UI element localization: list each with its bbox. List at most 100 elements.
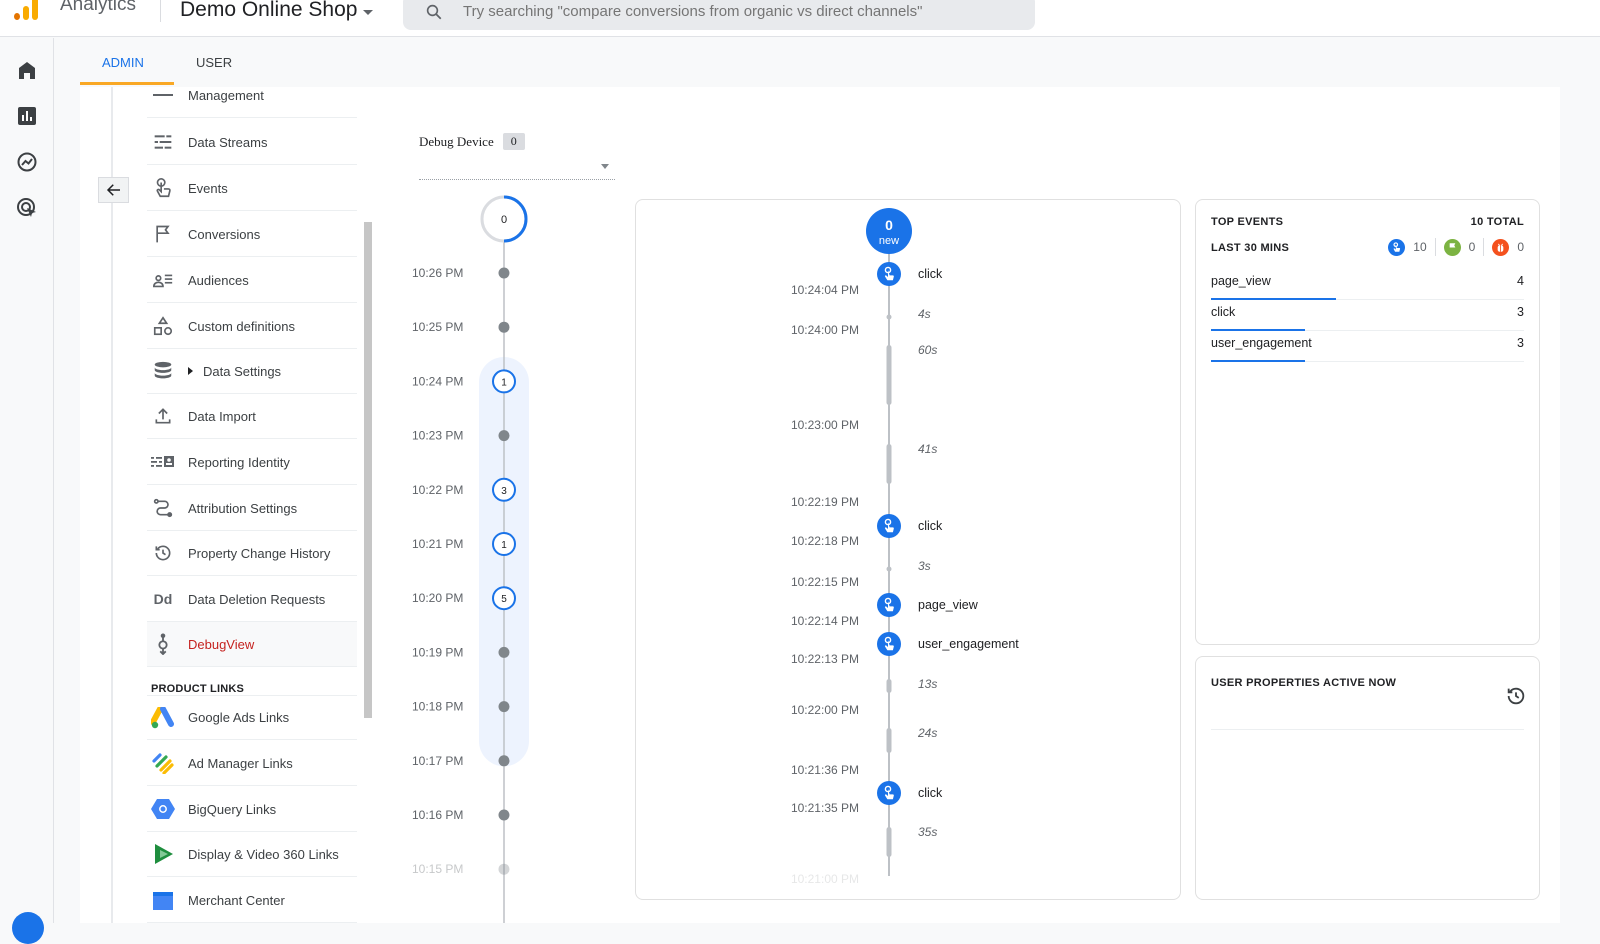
debug-device-count: 0 [502, 133, 525, 150]
search-input[interactable] [463, 2, 1023, 20]
timestamp-label: 10:24:00 PM [791, 323, 859, 337]
menu-item-reporting-identity[interactable]: Reporting Identity [147, 440, 357, 485]
admin-settings-button[interactable] [12, 912, 44, 944]
minute-dot[interactable] [498, 755, 510, 767]
minute-dot[interactable] [498, 809, 510, 821]
menu-item-events[interactable]: Events [147, 166, 357, 211]
minute-dot[interactable] [498, 701, 510, 713]
minute-count[interactable]: 1 [501, 377, 507, 388]
timestamp-label: 10:22:18 PM [791, 534, 859, 548]
minute-dot[interactable] [498, 267, 510, 279]
minute-count[interactable]: 3 [501, 486, 507, 497]
upload-icon [151, 404, 175, 428]
attribution-icon [151, 496, 175, 520]
property-name: Demo Online Shop [180, 0, 358, 21]
menu-item-bigquery-links[interactable]: BigQuery Links [147, 787, 357, 832]
minute-label: 10:26 PM [412, 266, 463, 280]
gap-marker [886, 827, 892, 857]
gap-duration: 41s [918, 442, 937, 456]
left-nav [0, 38, 54, 923]
stream-event[interactable]: page_view [877, 593, 979, 617]
gap-duration: 13s [918, 677, 937, 691]
bigquery-icon [151, 797, 175, 821]
event-name[interactable]: click [918, 786, 943, 800]
menu-item-merchant-center[interactable]: Merchant Center [147, 878, 357, 923]
reports-icon[interactable] [15, 104, 39, 128]
menu-item-data-deletion-requests[interactable]: Dd Data Deletion Requests [147, 577, 357, 622]
menu-item-debugview[interactable]: DebugView [147, 622, 357, 667]
dropdown-arrow-icon [601, 164, 609, 169]
menu-item-google-ads-links[interactable]: Google Ads Links [147, 695, 357, 740]
menu-item-data-streams[interactable]: Data Streams [147, 120, 357, 165]
menu-item-audiences[interactable]: Audiences [147, 258, 357, 303]
identity-icon [151, 450, 175, 474]
explore-icon[interactable] [15, 150, 39, 174]
event-name[interactable]: click [918, 267, 943, 281]
minute-dot[interactable] [498, 863, 510, 875]
ad-manager-icon [151, 751, 175, 775]
debug-device-select[interactable] [419, 155, 615, 180]
google-ads-icon [151, 706, 175, 730]
menu-scrollbar[interactable] [364, 222, 372, 718]
home-icon[interactable] [15, 58, 39, 82]
stream-event[interactable]: click [877, 262, 943, 286]
event-type-stats: 10 0 0 [1388, 238, 1524, 256]
minute-count[interactable]: 1 [501, 540, 507, 551]
back-button[interactable] [98, 177, 129, 203]
history-icon[interactable] [1505, 685, 1527, 707]
minute-dot[interactable] [498, 646, 510, 658]
minute-label: 10:15 PM [412, 862, 463, 876]
event-name[interactable]: user_engagement [918, 637, 1019, 651]
arrow-left-icon [106, 184, 120, 196]
minute-dot[interactable] [498, 321, 510, 333]
user-properties-card: USER PROPERTIES ACTIVE NOW [1195, 656, 1540, 900]
timestamp-label: 10:22:13 PM [791, 652, 859, 666]
menu-item-data-settings[interactable]: Data Settings [147, 349, 357, 394]
conversion-icon [1443, 238, 1461, 256]
minute-dot[interactable] [498, 430, 510, 442]
minute-label: 10:21 PM [412, 537, 463, 551]
menu-item-management[interactable]: Management [147, 87, 357, 118]
gap-duration: 24s [917, 726, 937, 740]
admin-tabs: ADMIN USER [80, 45, 254, 85]
minute-label: 10:18 PM [412, 700, 463, 714]
event-name[interactable]: page_view [918, 598, 979, 612]
stream-event[interactable]: user_engagement [877, 632, 1019, 656]
minute-count[interactable]: 5 [501, 594, 507, 605]
timestamp-label: 10:21:35 PM [791, 801, 859, 815]
tab-admin[interactable]: ADMIN [80, 45, 174, 85]
menu-item-data-import[interactable]: Data Import [147, 394, 357, 439]
menu-item-attribution-settings[interactable]: Attribution Settings [147, 486, 357, 531]
expand-arrow-icon[interactable] [188, 367, 193, 375]
minutes-timeline: 0 10:26 PM 10:25 PM 10:24 PM 1 10:23 PM 10:22 … [400, 190, 560, 923]
divider [1211, 729, 1524, 730]
shapes-icon [151, 314, 175, 338]
dash-icon [151, 87, 175, 107]
menu-item-dv360-links[interactable]: Display & Video 360 Links [147, 832, 357, 877]
stream-event[interactable]: click [877, 514, 943, 538]
top-event-row[interactable]: user_engagement 3 [1211, 331, 1524, 362]
gap-marker [886, 679, 892, 693]
event-name: click [1211, 305, 1236, 319]
menu-item-ad-manager-links[interactable]: Ad Manager Links [147, 741, 357, 786]
event-name[interactable]: click [918, 519, 943, 533]
analytics-logo[interactable] [14, 0, 40, 20]
top-event-row[interactable]: click 3 [1211, 300, 1524, 331]
divider [160, 0, 161, 22]
search-bar[interactable] [403, 0, 1035, 30]
menu-item-custom-definitions[interactable]: Custom definitions [147, 304, 357, 349]
menu-item-conversions[interactable]: Conversions [147, 212, 357, 257]
stat-conversions: 0 [1443, 238, 1475, 256]
gap-duration: 4s [918, 307, 931, 321]
debug-icon [151, 632, 175, 656]
tab-user[interactable]: USER [174, 45, 254, 85]
top-event-row[interactable]: page_view 4 [1211, 269, 1524, 300]
stream-event[interactable]: click [877, 781, 943, 805]
product-links-header: PRODUCT LINKS [151, 683, 245, 695]
menu-item-property-change-history[interactable]: Property Change History [147, 531, 357, 576]
search-icon [426, 4, 442, 20]
property-selector[interactable]: Demo Online Shop [180, 0, 374, 22]
timestamp-label: 10:24:04 PM [791, 283, 859, 297]
advertising-icon[interactable] [15, 196, 39, 220]
caret-down-icon [363, 9, 374, 15]
